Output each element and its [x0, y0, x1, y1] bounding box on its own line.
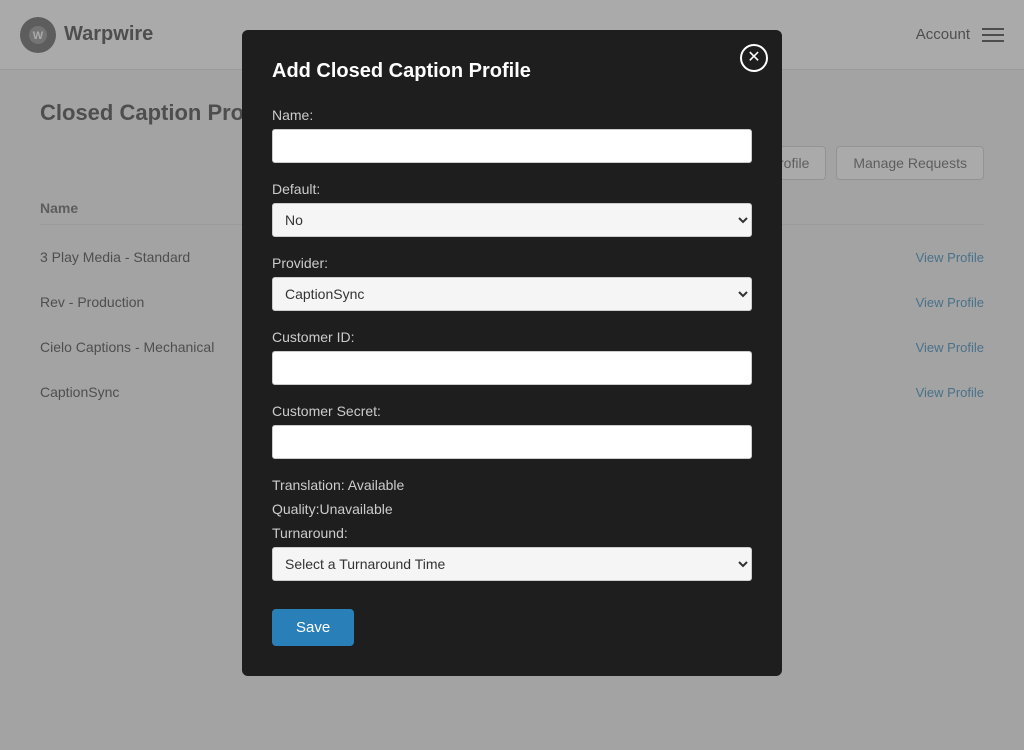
save-button[interactable]: Save — [272, 609, 354, 646]
translation-info: Translation: Available — [272, 477, 752, 493]
turnaround-field-group: Turnaround: Select a Turnaround Time — [272, 525, 752, 581]
customer-secret-field-group: Customer Secret: — [272, 403, 752, 459]
name-field-group: Name: — [272, 107, 752, 163]
customer-secret-input[interactable] — [272, 425, 752, 459]
quality-info: Quality:Unavailable — [272, 501, 752, 517]
name-input[interactable] — [272, 129, 752, 163]
customer-id-field-group: Customer ID: — [272, 329, 752, 385]
default-field-group: Default: No Yes — [272, 181, 752, 237]
default-label: Default: — [272, 181, 752, 197]
default-select[interactable]: No Yes — [272, 203, 752, 237]
turnaround-select[interactable]: Select a Turnaround Time — [272, 547, 752, 581]
turnaround-label: Turnaround: — [272, 525, 752, 541]
provider-field-group: Provider: CaptionSync 3Play Media Rev Ci… — [272, 255, 752, 311]
name-label: Name: — [272, 107, 752, 123]
customer-id-label: Customer ID: — [272, 329, 752, 345]
customer-secret-label: Customer Secret: — [272, 403, 752, 419]
add-profile-modal: ✕ Add Closed Caption Profile Name: Defau… — [242, 30, 782, 676]
provider-label: Provider: — [272, 255, 752, 271]
close-button[interactable]: ✕ — [740, 44, 768, 72]
modal-title: Add Closed Caption Profile — [272, 60, 752, 83]
provider-select[interactable]: CaptionSync 3Play Media Rev Cielo Captio… — [272, 277, 752, 311]
customer-id-input[interactable] — [272, 351, 752, 385]
